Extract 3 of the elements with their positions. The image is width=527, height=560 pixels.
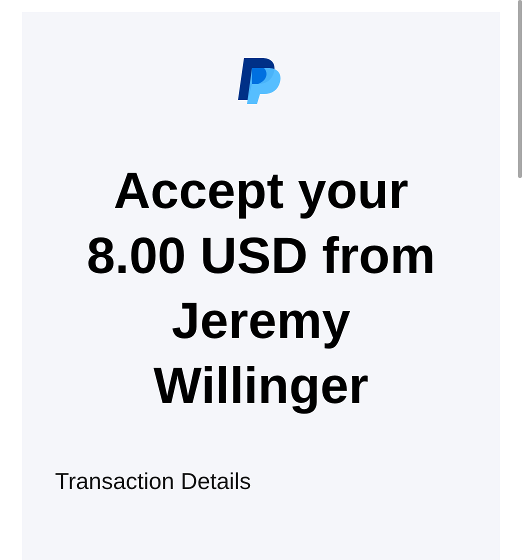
scrollbar[interactable] [518,0,522,178]
section-title: Transaction Details [54,467,252,496]
heading: Accept your 8.00 USD from Jeremy Willinger [86,161,436,416]
